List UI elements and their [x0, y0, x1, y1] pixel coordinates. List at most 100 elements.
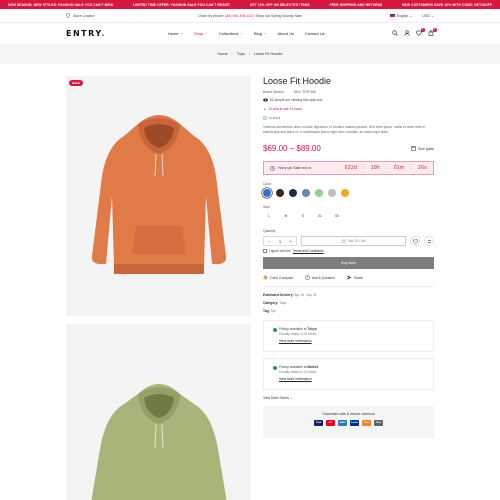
- purchase-row: − 1 + Add To Cart: [263, 236, 434, 247]
- pickup-store: Madrid: [307, 365, 319, 370]
- size-guide-link[interactable]: Size guide: [411, 146, 434, 151]
- phone-number[interactable]: (84) 943 496 102: [225, 14, 252, 18]
- stock-text: In stock: [269, 116, 281, 120]
- sold-text: 14 sold in last 24 hours: [268, 107, 303, 111]
- nav-item-home[interactable]: Home ⌄: [168, 31, 183, 36]
- add-to-cart-button[interactable]: Add To Cart: [301, 236, 406, 247]
- sale-countdown: Hurry up! Sale end in: 622d: 19h: 01m: 2…: [263, 161, 434, 176]
- pickup-prefix: Pickup available at: [279, 365, 307, 370]
- share-button[interactable]: Share: [347, 275, 363, 280]
- color-swatch-silver[interactable]: [328, 189, 336, 198]
- color-swatch-steel-blue[interactable]: [302, 189, 310, 198]
- category-link[interactable]: Tops: [279, 301, 286, 305]
- product-image-orange[interactable]: SALE: [66, 76, 251, 316]
- main-nav: Home ⌄ Shop ⌄ Collections ⌄ Blog ⌄ About Us …: [168, 31, 325, 36]
- terms-link[interactable]: Terms and Conditions: [293, 249, 324, 253]
- countdown-separator: :: [410, 165, 413, 172]
- size-option-m[interactable]: M: [280, 212, 292, 220]
- color-swatch-dark-brown[interactable]: [276, 189, 284, 198]
- terms-agreement[interactable]: I agree with the Terms and Conditions: [263, 249, 434, 254]
- add-to-cart-label: Add To Cart: [347, 239, 366, 244]
- cart-count-badge: 0: [433, 28, 437, 32]
- logo-dot: .: [101, 28, 106, 38]
- cart-button[interactable]: 0: [428, 28, 437, 36]
- nav-item-label: About Us: [277, 30, 294, 36]
- nav-item-label: Blog: [254, 30, 263, 36]
- buy-now-button[interactable]: Buy Now: [263, 257, 434, 270]
- color-swatch-blue[interactable]: [263, 189, 271, 198]
- product-description: Vivamus elementum dolor id dolor digniss…: [263, 125, 426, 134]
- terms-checkbox[interactable]: [263, 249, 267, 254]
- search-button[interactable]: [392, 30, 398, 36]
- fire-icon: ▲: [263, 107, 267, 111]
- countdown-hours: 19h: [370, 165, 380, 172]
- wishlist-button[interactable]: 0: [416, 28, 425, 36]
- pickup-availability: Pickup available at Tokyo Usually ready …: [263, 320, 434, 353]
- breadcrumb-tops[interactable]: Tops: [237, 52, 245, 56]
- utility-bar: Store Locator Order by phone: (84) 943 4…: [0, 9, 500, 23]
- product-image-green[interactable]: [66, 324, 251, 500]
- nav-item-contact[interactable]: Contact Us: [305, 31, 325, 36]
- check-icon: [273, 328, 277, 333]
- store-info-link[interactable]: View store information: [279, 377, 424, 381]
- color-swatch-light-green[interactable]: [315, 189, 323, 198]
- color-compare-button[interactable]: Color Compare: [263, 275, 293, 280]
- product-category: Category: Tops: [263, 301, 434, 305]
- color-swatches: [263, 189, 434, 198]
- wishlist-toggle[interactable]: [410, 236, 420, 247]
- minus-icon[interactable]: −: [268, 239, 270, 244]
- size-option-l[interactable]: L: [263, 212, 275, 220]
- product-title: Loose Fit Hoodie: [263, 76, 332, 86]
- question-icon: ?: [305, 275, 310, 281]
- nav-item-about[interactable]: About Us: [278, 31, 294, 36]
- hoodie-image: [91, 384, 227, 500]
- size-option-s[interactable]: S: [297, 212, 309, 220]
- clock-icon: [270, 165, 275, 171]
- account-button[interactable]: [404, 30, 410, 36]
- quantity-label: Quantity:: [263, 229, 277, 234]
- share-icon: [347, 275, 352, 280]
- chevron-down-icon: ⌄: [289, 396, 293, 401]
- chevron-down-icon: ⌄: [180, 31, 184, 35]
- view-more-stores-link[interactable]: View More Stores ⌄: [263, 396, 434, 400]
- palette-icon: [263, 275, 268, 280]
- check-icon: [273, 366, 277, 371]
- store-info-link[interactable]: View store information: [279, 339, 424, 343]
- color-swatch-navy[interactable]: [289, 189, 297, 198]
- size-options: L M S XL XS: [263, 212, 434, 220]
- tag-label: Tag:: [263, 309, 270, 314]
- color-swatch-amber[interactable]: [341, 189, 349, 198]
- nav-item-collections[interactable]: Collections ⌄: [219, 31, 243, 36]
- shopping-bag-icon: [342, 239, 346, 244]
- color-compare-label: Color Compare: [270, 275, 293, 280]
- viewing-notice: 52 people are viewing this right now: [263, 98, 434, 102]
- sku-value: TOP-008: [302, 90, 316, 94]
- size-option-xs[interactable]: XS: [331, 212, 343, 220]
- quantity-value[interactable]: 1: [279, 239, 281, 244]
- stock-status: In stock: [263, 116, 434, 120]
- ticker-item: LIMITED TIME OFFER: FASHION SALE YOU CAN…: [132, 2, 230, 7]
- tag-link[interactable]: Top: [271, 309, 276, 313]
- logo[interactable]: ENTRY.: [66, 29, 106, 38]
- hoodie-image: [91, 115, 227, 274]
- secure-checkout: Guarantee safe & secure checkout VISA MC…: [263, 406, 434, 439]
- ask-question-label: Ask A Question: [312, 275, 335, 280]
- size-option-xl[interactable]: XL: [314, 212, 326, 220]
- compare-toggle[interactable]: [424, 236, 434, 247]
- price-range: $69.00 – $89.00: [263, 144, 321, 154]
- announcement-ticker: NEW SEASON, NEW STYLES: FASHION SALE YOU…: [0, 0, 500, 9]
- nav-item-blog[interactable]: Blog ⌄: [254, 31, 267, 36]
- brand-value[interactable]: Modno: [274, 90, 284, 94]
- ask-question-button[interactable]: ? Ask A Question: [305, 275, 335, 281]
- pickup-store: Tokyo: [307, 327, 317, 332]
- heart-icon: [412, 239, 418, 244]
- logo-text: ENTRY: [66, 28, 102, 38]
- paypal-icon: PayPal: [350, 420, 359, 427]
- countdown-minutes: 01m: [393, 165, 405, 172]
- plus-icon[interactable]: +: [290, 239, 292, 244]
- nav-item-shop[interactable]: Shop ⌄: [194, 31, 208, 36]
- quantity-stepper[interactable]: − 1 +: [263, 236, 297, 247]
- breadcrumb-current: Loose Fit Hoodie: [253, 52, 283, 56]
- breadcrumb-home[interactable]: Home: [217, 52, 227, 56]
- payment-icons: VISA MC AMEX PayPal DISC GPay: [263, 420, 434, 427]
